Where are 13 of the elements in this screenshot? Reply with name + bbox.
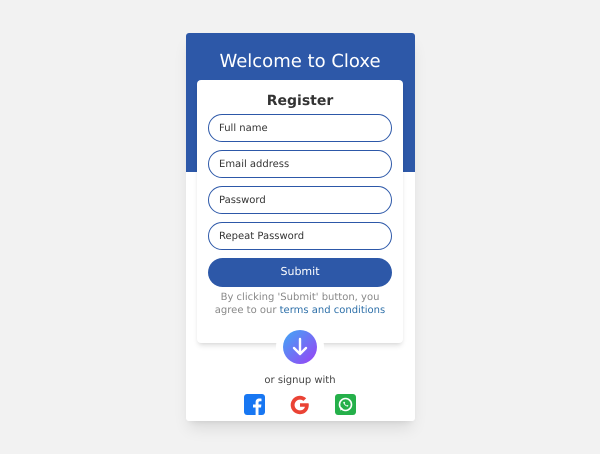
form-title: Register	[266, 92, 334, 110]
whatsapp-icon[interactable]	[335, 394, 356, 416]
input-field[interactable]: Full name	[208, 114, 392, 142]
input-field[interactable]: Email address	[208, 150, 392, 178]
input-field[interactable]: Password	[208, 186, 392, 214]
google-icon[interactable]	[289, 394, 311, 416]
signup-caption: or signup with	[264, 374, 336, 388]
submit-button[interactable]: Submit	[208, 258, 392, 287]
terms-notice: By clicking 'Submit' button, you agree to our terms and conditions	[214, 291, 386, 317]
terms-link[interactable]: terms and conditions	[280, 305, 386, 316]
facebook-icon[interactable]	[244, 394, 265, 416]
welcome-heading: Welcome to Cloxe	[219, 50, 381, 74]
input-field[interactable]: Repeat Password	[208, 222, 392, 250]
